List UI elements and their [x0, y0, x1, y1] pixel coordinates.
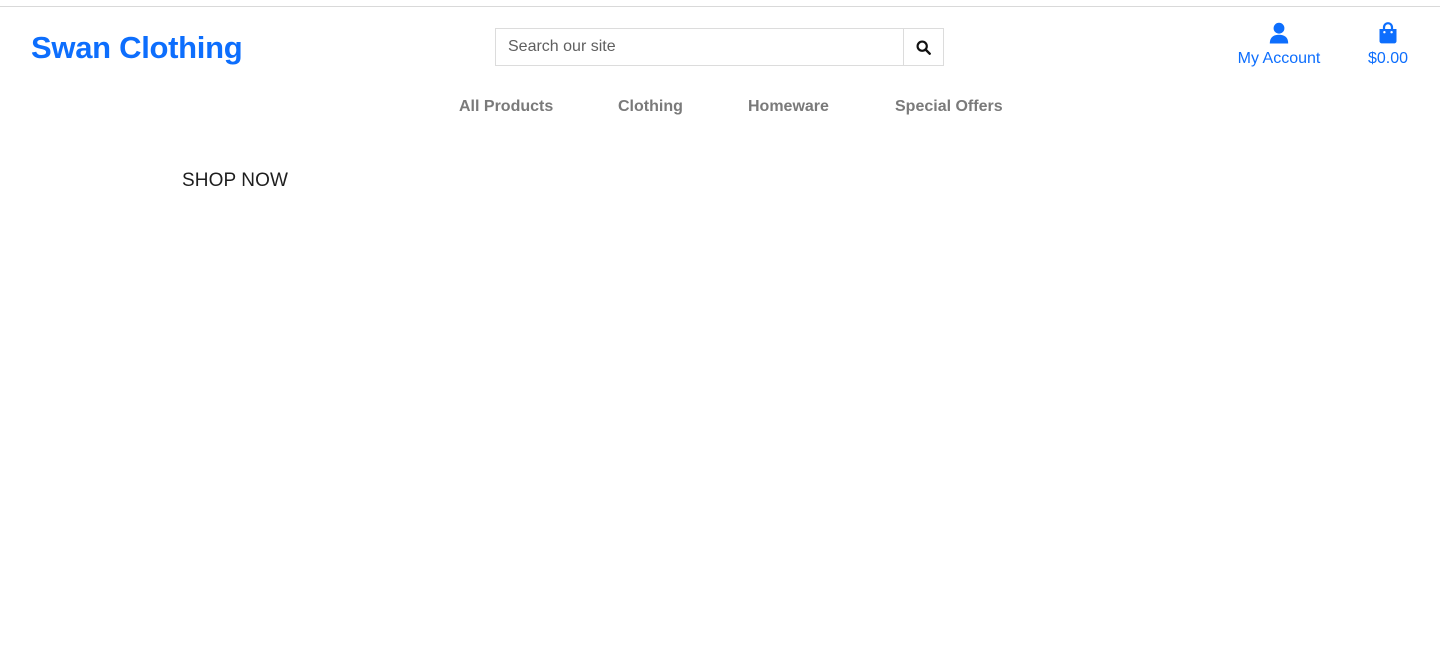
my-account-label: My Account — [1237, 50, 1321, 67]
nav-item-clothing[interactable]: Clothing — [618, 96, 683, 118]
shopping-bag-icon — [1379, 22, 1397, 44]
brand-name-part-1: Swan — [31, 30, 111, 65]
nav-item-homeware[interactable]: Homeware — [748, 96, 829, 118]
page: Swan Clothing My Account — [0, 0, 1440, 672]
nav-item-special-offers[interactable]: Special Offers — [895, 96, 1003, 118]
search-icon — [916, 40, 931, 55]
main-navigation: All Products Clothing Homeware Special O… — [0, 96, 1440, 120]
search-button[interactable] — [903, 28, 944, 66]
brand-name-part-2: Clothing — [119, 30, 243, 65]
shop-now-link[interactable]: SHOP NOW — [182, 170, 288, 192]
brand-logo-link[interactable]: Swan Clothing — [31, 30, 243, 66]
search-input[interactable] — [495, 28, 904, 66]
my-account-link[interactable]: My Account — [1230, 22, 1328, 69]
shopping-bag-link[interactable]: $0.00 — [1358, 22, 1418, 69]
bag-icon-wrap — [1358, 22, 1418, 46]
nav-item-all-products[interactable]: All Products — [459, 96, 553, 118]
user-icon — [1269, 22, 1289, 44]
user-icon-wrap — [1230, 22, 1328, 46]
bag-total: $0.00 — [1367, 50, 1409, 67]
search-form — [495, 28, 944, 66]
top-divider — [0, 6, 1440, 7]
